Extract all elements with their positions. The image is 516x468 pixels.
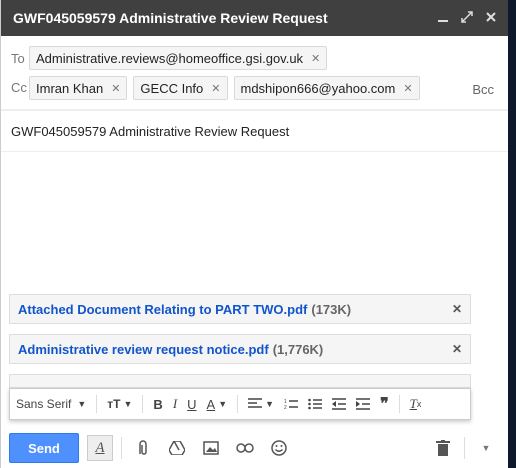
bulleted-list-icon[interactable] <box>308 398 323 410</box>
recipient-name: GECC Info <box>140 80 204 96</box>
formatting-options-icon[interactable]: A <box>87 435 113 461</box>
recipient-chip[interactable]: Imran Khan ✕ <box>29 76 128 100</box>
remove-formatting-icon[interactable]: Tx <box>410 396 422 412</box>
numbered-list-icon[interactable]: 12 <box>284 398 299 410</box>
font-size-icon[interactable]: тT ▼ <box>107 397 132 411</box>
bcc-link[interactable]: Bcc <box>472 82 494 97</box>
attachment-size: (173K) <box>311 301 352 317</box>
attachment-name[interactable]: Attached Document Relating to PART TWO.p… <box>18 302 307 317</box>
discard-draft-icon[interactable] <box>430 435 456 461</box>
attachment-item[interactable]: Administrative review request notice.pdf… <box>9 334 471 364</box>
underline-icon[interactable]: U <box>187 397 196 412</box>
divider <box>237 395 239 413</box>
chevron-down-icon: ▼ <box>77 399 87 409</box>
attachment-size: (1,776K) <box>272 341 324 357</box>
svg-text:2: 2 <box>284 405 287 410</box>
divider <box>121 437 122 459</box>
attachment-item-partial[interactable] <box>9 374 471 388</box>
remove-recipient-icon[interactable]: ✕ <box>111 82 120 95</box>
remove-attachment-icon[interactable]: ✕ <box>452 342 462 356</box>
recipient-chip[interactable]: mdshipon666@yahoo.com ✕ <box>233 76 420 100</box>
recipient-chip[interactable]: GECC Info ✕ <box>133 76 228 100</box>
cc-row: Cc Imran Khan ✕ GECC Info ✕ mdshipon666@… <box>1 76 508 110</box>
emoji-icon[interactable] <box>266 435 292 461</box>
expand-icon[interactable] <box>460 10 474 26</box>
indent-less-icon[interactable] <box>332 398 347 410</box>
remove-attachment-icon[interactable]: ✕ <box>452 302 462 316</box>
compose-title: GWF045059579 Administrative Review Reque… <box>13 10 328 26</box>
divider <box>464 437 465 459</box>
insert-link-icon[interactable] <box>232 435 258 461</box>
compose-titlebar: GWF045059579 Administrative Review Reque… <box>1 0 508 36</box>
align-icon[interactable]: ▼ <box>248 398 274 410</box>
message-body[interactable] <box>1 152 508 294</box>
attachment-item[interactable]: Attached Document Relating to PART TWO.p… <box>9 294 471 324</box>
divider <box>398 395 400 413</box>
compose-window: GWF045059579 Administrative Review Reque… <box>0 0 508 468</box>
compose-bottombar: Send A ▼ <box>1 428 508 468</box>
close-icon[interactable] <box>484 10 498 26</box>
more-options-icon[interactable]: ▼ <box>473 435 499 461</box>
italic-icon[interactable]: I <box>173 396 177 412</box>
bold-icon[interactable]: B <box>153 397 162 412</box>
insert-photo-icon[interactable] <box>198 435 224 461</box>
formatting-toolbar: Sans Serif ▼ тT ▼ B I U A ▼ ▼ 12 ❞ Tx <box>9 388 471 420</box>
to-row: To Administrative.reviews@homeoffice.gsi… <box>1 36 508 76</box>
recipient-email: mdshipon666@yahoo.com <box>240 80 396 96</box>
subject-field[interactable]: GWF045059579 Administrative Review Reque… <box>1 110 508 152</box>
text-color-icon[interactable]: A ▼ <box>207 397 228 412</box>
quote-icon[interactable]: ❞ <box>380 394 389 414</box>
attachment-name[interactable]: Administrative review request notice.pdf <box>18 342 269 357</box>
font-family-select[interactable]: Sans Serif ▼ <box>16 397 86 411</box>
to-label[interactable]: To <box>1 51 29 66</box>
recipient-email: Administrative.reviews@homeoffice.gsi.go… <box>36 50 304 66</box>
remove-recipient-icon[interactable]: ✕ <box>403 82 412 95</box>
background-desktop <box>508 0 516 468</box>
font-family-value: Sans Serif <box>16 397 72 411</box>
drive-icon[interactable] <box>164 435 190 461</box>
send-button[interactable]: Send <box>9 433 79 463</box>
remove-recipient-icon[interactable]: ✕ <box>311 52 320 65</box>
indent-more-icon[interactable] <box>356 398 371 410</box>
attach-files-icon[interactable] <box>130 435 156 461</box>
divider <box>142 395 144 413</box>
recipient-name: Imran Khan <box>36 80 104 96</box>
recipient-chip[interactable]: Administrative.reviews@homeoffice.gsi.go… <box>29 46 328 70</box>
minimize-icon[interactable] <box>436 10 450 26</box>
cc-label[interactable]: Cc <box>1 76 29 95</box>
divider <box>96 395 98 413</box>
remove-recipient-icon[interactable]: ✕ <box>211 82 220 95</box>
